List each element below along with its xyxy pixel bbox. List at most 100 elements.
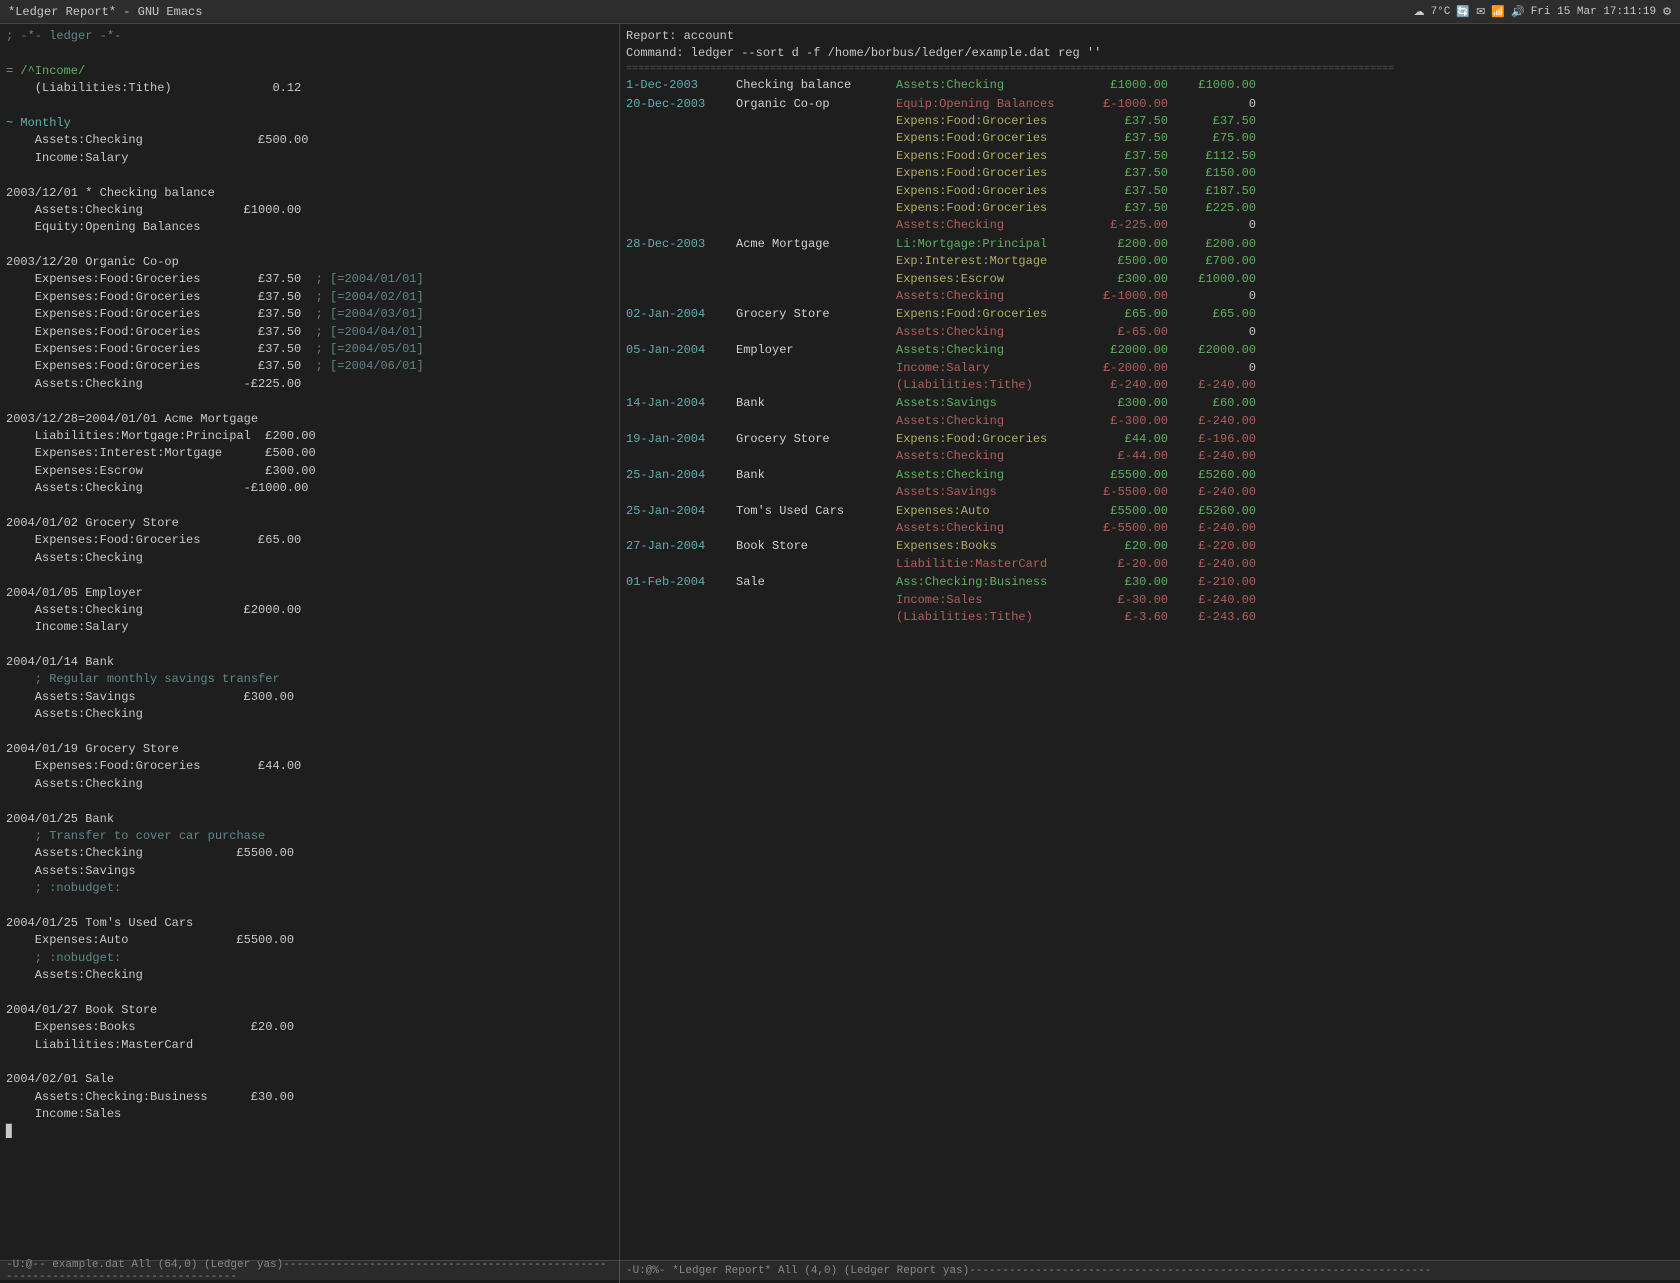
entry-date: 19-Jan-2004: [626, 431, 736, 448]
entry-amount1: £37.50: [1096, 148, 1176, 165]
entry-amount1: £-300.00: [1096, 413, 1176, 430]
report-line: 1-Dec-2003Checking balanceAssets:Checkin…: [626, 77, 1674, 94]
entry-amount1: £300.00: [1096, 395, 1176, 412]
report-line: Assets:Checking£-225.000: [626, 217, 1674, 234]
entry-amount2: 0: [1176, 96, 1256, 113]
entry-account: Assets:Savings: [896, 484, 1096, 501]
entry-amount2: 0: [1176, 288, 1256, 305]
entry-payee: Acme Mortgage: [736, 236, 896, 253]
entry-payee: [736, 200, 896, 217]
entry-account: Assets:Checking: [896, 520, 1096, 537]
entry-account: Expens:Food:Groceries: [896, 113, 1096, 130]
left-line: [6, 898, 613, 915]
entry-payee: [736, 130, 896, 147]
left-line: Assets:Checking: [6, 706, 613, 723]
entry-payee: Organic Co-op: [736, 96, 896, 113]
entry-account: Ass:Checking:Business: [896, 574, 1096, 591]
entry-amount1: £-44.00: [1096, 448, 1176, 465]
report-line: Liabilitie:MasterCard£-20.00£-240.00: [626, 556, 1674, 573]
left-line: 2004/02/01 Sale: [6, 1071, 613, 1088]
entry-account: Expens:Food:Groceries: [896, 183, 1096, 200]
left-line: (Liabilities:Tithe) 0.12: [6, 80, 613, 97]
entry-account: (Liabilities:Tithe): [896, 377, 1096, 394]
left-line: [6, 1054, 613, 1071]
report-line: 01-Feb-2004SaleAss:Checking:Business£30.…: [626, 574, 1674, 591]
entry-amount1: £30.00: [1096, 574, 1176, 591]
entry-date: [626, 271, 736, 288]
left-line: [6, 167, 613, 184]
entry-date: 27-Jan-2004: [626, 538, 736, 555]
report-line: Expens:Food:Groceries£37.50£112.50: [626, 148, 1674, 165]
entry-account: Income:Salary: [896, 360, 1096, 377]
settings-icon[interactable]: ⚙: [1662, 5, 1672, 19]
editor-pane[interactable]: ; -*- ledger -*- = /^Income/ (Liabilitie…: [0, 24, 620, 1260]
entry-account: Assets:Checking: [896, 413, 1096, 430]
refresh-icon[interactable]: 🔄: [1456, 5, 1470, 19]
report-line: Expens:Food:Groceries£37.50£150.00: [626, 165, 1674, 182]
entry-amount2: £65.00: [1176, 306, 1256, 323]
entry-payee: [736, 592, 896, 609]
report-line: 19-Jan-2004Grocery StoreExpens:Food:Groc…: [626, 431, 1674, 448]
entry-date: 25-Jan-2004: [626, 503, 736, 520]
left-line: 2003/12/28=2004/01/01 Acme Mortgage: [6, 411, 613, 428]
entry-payee: [736, 271, 896, 288]
entry-amount1: £500.00: [1096, 253, 1176, 270]
report-line: Assets:Savings£-5500.00£-240.00: [626, 484, 1674, 501]
entry-payee: [736, 324, 896, 341]
entry-date: 14-Jan-2004: [626, 395, 736, 412]
left-line: Assets:Checking -£225.00: [6, 376, 613, 393]
entry-amount1: £-225.00: [1096, 217, 1176, 234]
report-line: 25-Jan-2004Tom's Used CarsExpenses:Auto£…: [626, 503, 1674, 520]
left-line: Expenses:Food:Groceries £37.50 ; [=2004/…: [6, 358, 613, 375]
left-line: Income:Salary: [6, 150, 613, 167]
entry-date: 05-Jan-2004: [626, 342, 736, 359]
entry-account: Expenses:Auto: [896, 503, 1096, 520]
entry-amount1: £-30.00: [1096, 592, 1176, 609]
report-line: Assets:Checking£-5500.00£-240.00: [626, 520, 1674, 537]
left-line: Expenses:Food:Groceries £44.00: [6, 758, 613, 775]
entry-account: Assets:Checking: [896, 448, 1096, 465]
entry-account: Li:Mortgage:Principal: [896, 236, 1096, 253]
entry-date: [626, 413, 736, 430]
left-line: [6, 984, 613, 1001]
left-line: Assets:Savings £300.00: [6, 689, 613, 706]
entry-account: Expens:Food:Groceries: [896, 130, 1096, 147]
entry-account: Expenses:Escrow: [896, 271, 1096, 288]
entry-payee: Checking balance: [736, 77, 896, 94]
entry-amount2: £-240.00: [1176, 520, 1256, 537]
entry-amount2: 0: [1176, 360, 1256, 377]
entry-date: [626, 484, 736, 501]
entry-date: [626, 217, 736, 234]
left-line: [6, 724, 613, 741]
report-entries: 1-Dec-2003Checking balanceAssets:Checkin…: [626, 77, 1674, 626]
entry-amount1: £-65.00: [1096, 324, 1176, 341]
entry-date: [626, 130, 736, 147]
mail-icon: ✉: [1476, 5, 1485, 19]
left-line: ~ Monthly: [6, 115, 613, 132]
report-line: 28-Dec-2003Acme MortgageLi:Mortgage:Prin…: [626, 236, 1674, 253]
entry-amount1: £-1000.00: [1096, 96, 1176, 113]
status-bar: -U:@-- example.dat All (64,0) (Ledger ya…: [0, 1260, 1680, 1280]
editor-content: ; -*- ledger -*- = /^Income/ (Liabilitie…: [6, 28, 613, 1141]
entry-date: [626, 520, 736, 537]
left-line: Income:Sales: [6, 1106, 613, 1123]
left-line: Expenses:Books £20.00: [6, 1019, 613, 1036]
left-line: Expenses:Food:Groceries £65.00: [6, 532, 613, 549]
entry-payee: [736, 448, 896, 465]
entry-date: 25-Jan-2004: [626, 467, 736, 484]
entry-date: [626, 377, 736, 394]
entry-amount2: £2000.00: [1176, 342, 1256, 359]
left-line: [6, 98, 613, 115]
report-line: 20-Dec-2003Organic Co-opEquip:Opening Ba…: [626, 96, 1674, 113]
left-line: [6, 567, 613, 584]
left-line: 2004/01/25 Tom's Used Cars: [6, 915, 613, 932]
entry-amount2: £-240.00: [1176, 556, 1256, 573]
entry-account: Exp:Interest:Mortgage: [896, 253, 1096, 270]
entry-payee: [736, 217, 896, 234]
entry-date: [626, 324, 736, 341]
temperature: 7°C: [1431, 6, 1451, 18]
left-line: 2003/12/01 * Checking balance: [6, 185, 613, 202]
report-divider: ========================================…: [626, 63, 1674, 78]
entry-amount1: £-20.00: [1096, 556, 1176, 573]
report-line: 05-Jan-2004EmployerAssets:Checking£2000.…: [626, 342, 1674, 359]
